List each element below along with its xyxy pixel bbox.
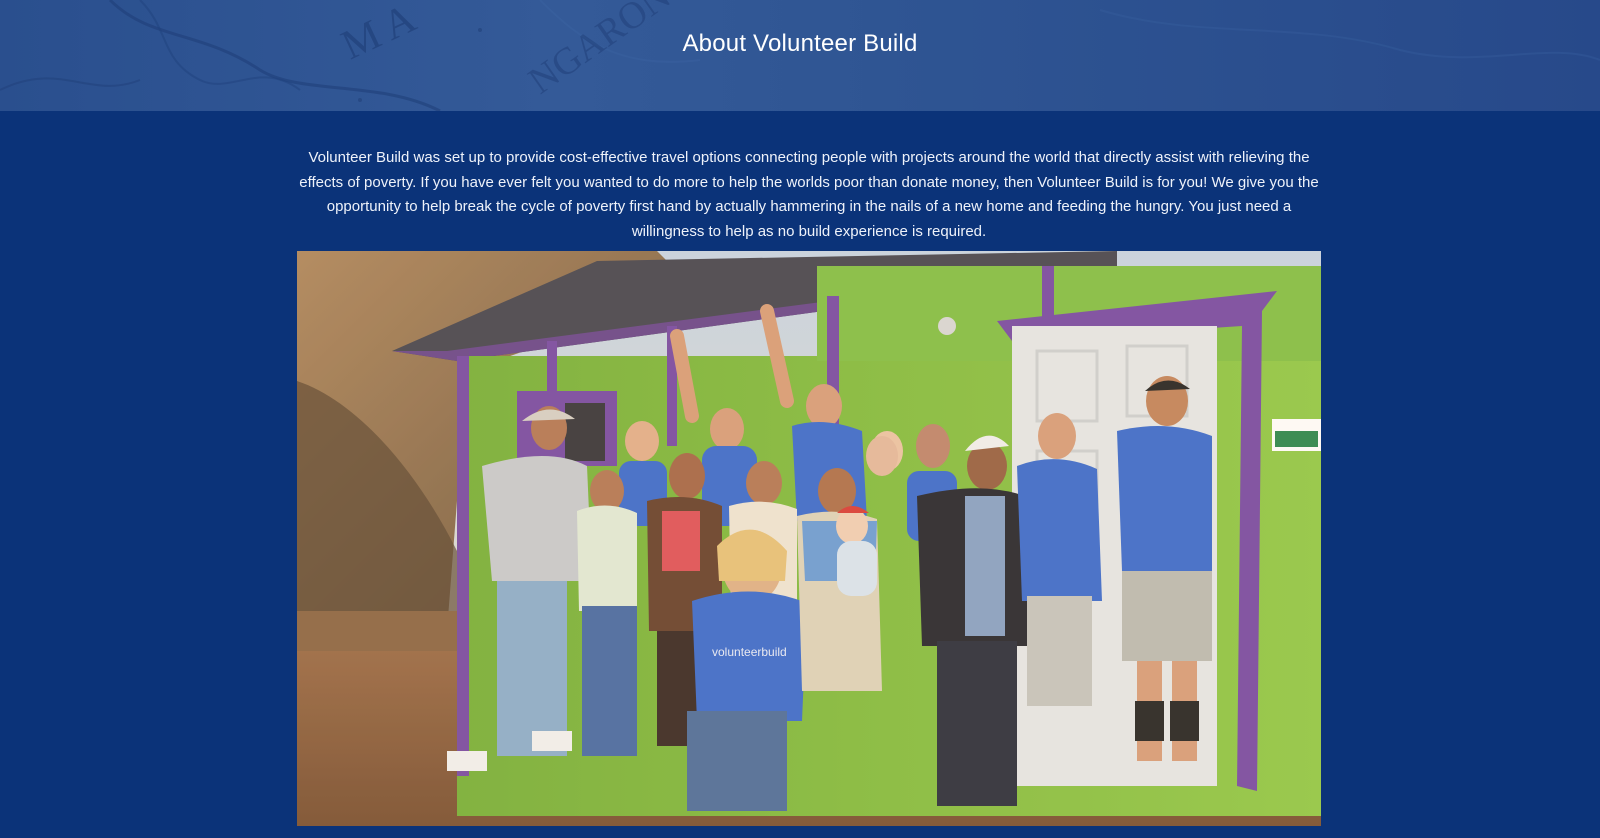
intro-paragraph: Volunteer Build was set up to provide co… [299, 149, 1319, 240]
about-content: Volunteer Build was set up to provide co… [0, 111, 1600, 838]
volunteer-group-photo: volunteerbuild [297, 251, 1321, 826]
group-photo-illustration: volunteerbuild [297, 251, 1321, 826]
page-title: About Volunteer Build [682, 30, 918, 57]
page-header-banner: M A NGARONO About Volunteer Build [0, 0, 1600, 111]
